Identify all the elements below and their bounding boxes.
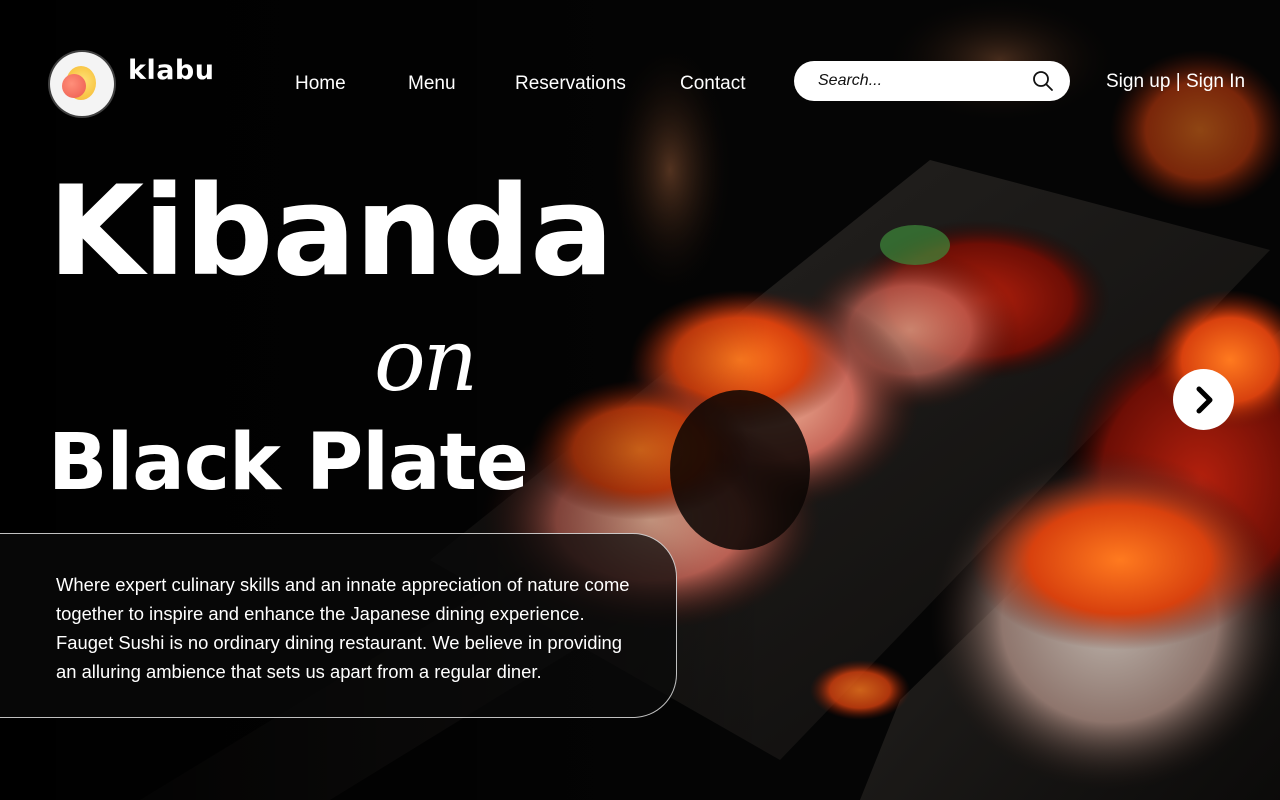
sun-moon-logo-icon <box>50 52 114 116</box>
hero-title-line-1: Kibanda <box>48 160 614 304</box>
landing-page: klabu Home Menu Reservations Contact Sig… <box>0 0 1280 800</box>
nav-item-menu[interactable]: Menu <box>408 73 456 95</box>
nav-item-reservations[interactable]: Reservations <box>515 73 626 95</box>
brand-name: klabu <box>128 55 215 86</box>
search-icon[interactable] <box>1032 70 1054 92</box>
search-input[interactable] <box>816 71 1032 91</box>
hero-description: Where expert culinary skills and an inna… <box>56 574 630 682</box>
nav-item-home[interactable]: Home <box>295 73 346 95</box>
next-slide-button[interactable] <box>1173 369 1234 430</box>
brand-logo[interactable]: klabu <box>50 52 214 116</box>
chevron-right-icon <box>1196 386 1212 413</box>
nav-item-contact[interactable]: Contact <box>680 73 745 95</box>
auth-links: Sign up | Sign In <box>1106 71 1245 93</box>
description-panel: Where expert culinary skills and an inna… <box>0 533 677 718</box>
hero-title-line-2: Black Plate <box>48 418 529 508</box>
sign-in-link[interactable]: Sign In <box>1186 71 1245 92</box>
auth-separator: | <box>1170 71 1186 92</box>
hero-title-connector: on <box>374 311 478 411</box>
sign-up-link[interactable]: Sign up <box>1106 71 1170 92</box>
search-bar <box>794 61 1070 101</box>
